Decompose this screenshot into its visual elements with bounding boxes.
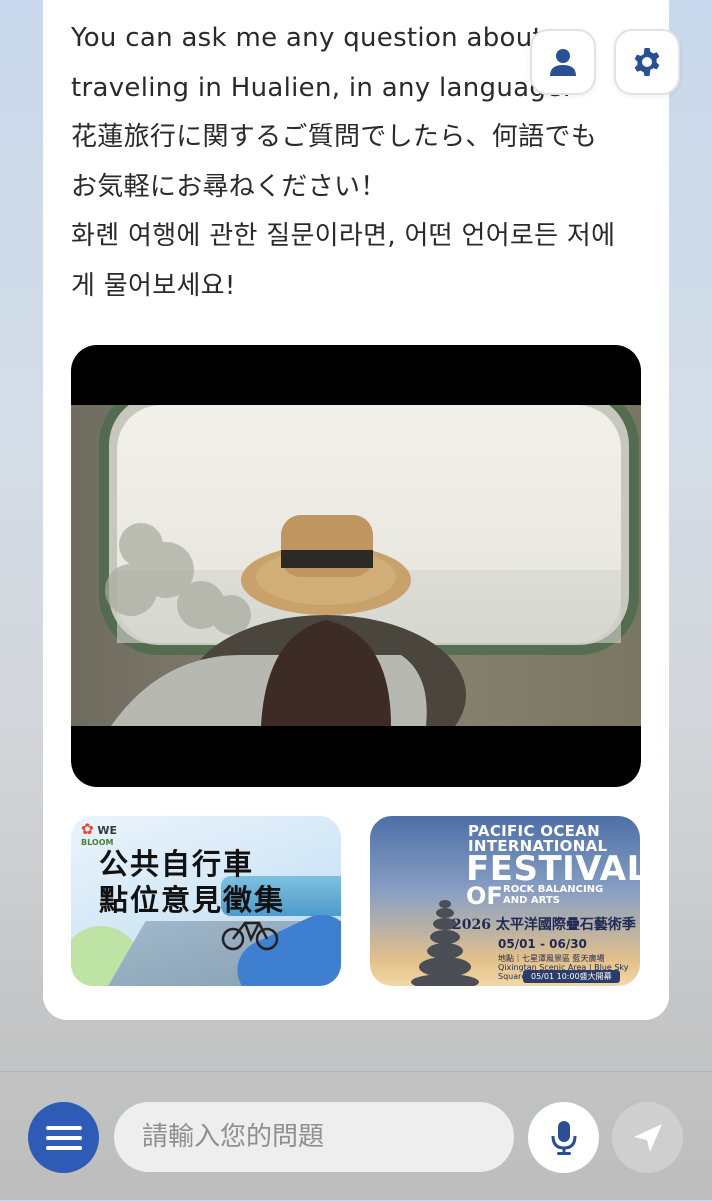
video-player[interactable] <box>71 345 641 787</box>
video-frame <box>71 405 641 726</box>
user-icon <box>550 49 576 76</box>
bike-banner-title: 公共自行車 點位意見徵集 <box>99 846 285 918</box>
festival-chinese-title: 2026 太平洋國際疊石藝術季 <box>452 917 636 933</box>
send-button[interactable] <box>612 1102 683 1173</box>
menu-button[interactable] <box>28 1102 99 1173</box>
festival-subtitle-line: AND ARTS <box>503 895 560 906</box>
menu-icon <box>45 1125 82 1150</box>
bicycle-icon <box>221 921 279 951</box>
input-bar <box>0 1071 712 1201</box>
voice-input-button[interactable] <box>528 1102 599 1173</box>
festival-dates: 05/01 - 06/30 <box>498 937 587 951</box>
user-profile-button[interactable] <box>530 29 596 95</box>
send-icon <box>633 1123 662 1152</box>
bike-banner-title-line: 公共自行車 <box>99 847 255 881</box>
message-line: 花蓮旅行に関するご質問でしたら、何語でも <box>71 122 598 152</box>
message-line: 게 물어보세요! <box>71 270 236 301</box>
chat-message-card: You can ask me any question about travel… <box>43 0 669 1020</box>
settings-button[interactable] <box>614 29 680 95</box>
festival-opening: 05/01 10:00盛大開幕 <box>523 970 620 983</box>
festival-title: FESTIVAL <box>466 849 640 889</box>
rock-festival-banner[interactable]: PACIFIC OCEAN INTERNATIONAL FESTIVAL OF … <box>370 816 640 986</box>
message-line: お気軽にお尋ねください！ <box>71 171 387 202</box>
gear-icon <box>634 48 660 76</box>
festival-of: OF <box>466 882 503 910</box>
festival-subtitle: ROCK BALANCING AND ARTS <box>503 884 603 906</box>
logo-text: WE <box>97 824 118 837</box>
microphone-icon <box>551 1120 576 1155</box>
festival-location-cn: 地點｜七星潭風景區 藍天廣場 <box>498 954 605 963</box>
message-line: 화롄 여행에 관한 질문이라면, 어떤 언어로든 저에 <box>71 221 616 251</box>
we-bloom-logo: ✿ WE BLOOM <box>81 822 118 848</box>
festival-subtitle-line: ROCK BALANCING <box>503 884 604 895</box>
flower-icon: ✿ <box>81 820 94 838</box>
question-input[interactable] <box>114 1102 514 1172</box>
bike-survey-banner[interactable]: ✿ WE BLOOM 公共自行車 點位意見徵集 <box>71 816 341 986</box>
